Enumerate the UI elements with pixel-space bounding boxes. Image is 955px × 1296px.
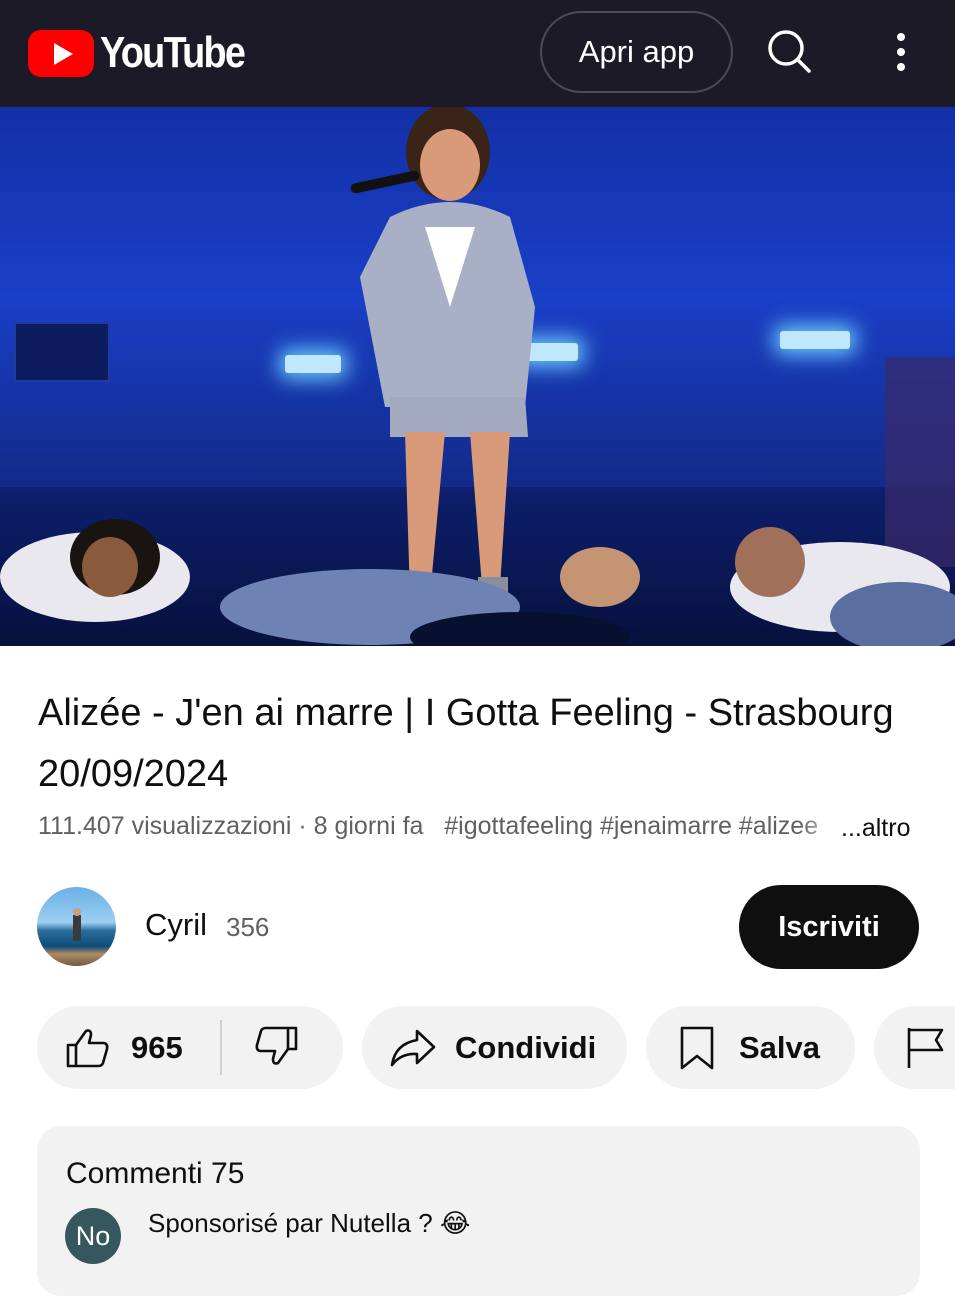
search-icon[interactable] — [766, 28, 812, 74]
stage-speaker — [14, 322, 110, 382]
dancers — [0, 519, 955, 646]
subscriber-count: 356 — [226, 912, 270, 942]
share-label: Condividi — [455, 1030, 597, 1065]
save-button[interactable]: Salva — [646, 1006, 855, 1089]
report-button[interactable] — [874, 1006, 955, 1089]
like-button[interactable]: 965 — [37, 1006, 222, 1089]
channel-avatar[interactable] — [37, 887, 116, 966]
share-button[interactable]: Condividi — [362, 1006, 627, 1089]
like-dislike-group: 965 — [37, 1006, 343, 1089]
comment-author-avatar: No — [65, 1208, 121, 1264]
stage-light — [285, 355, 341, 373]
save-label: Salva — [739, 1030, 821, 1065]
more-vert-icon[interactable] — [888, 30, 914, 74]
avatar-image — [73, 908, 81, 941]
more-description-link[interactable]: ...altro — [841, 814, 910, 843]
flag-icon — [907, 1028, 944, 1068]
top-comment-text: Sponsorisé par Nutella ? 😂 — [148, 1208, 471, 1238]
comments-header: Commenti 75 — [66, 1157, 245, 1190]
channel-name[interactable]: Cyril — [145, 907, 207, 943]
view-count: 111.407 visualizzazioni — [38, 812, 292, 840]
share-icon — [390, 1029, 436, 1067]
meta-separator: · — [291, 812, 314, 840]
thumbs-up-icon — [66, 1029, 109, 1068]
dislike-button[interactable] — [222, 1006, 343, 1089]
hashtags[interactable]: #igottafeeling #jenaimarre #alizee — [444, 812, 818, 840]
video-meta[interactable]: 111.407 visualizzazioni · 8 giorni fa #i… — [38, 812, 918, 846]
comments-panel[interactable]: Commenti 75 No Sponsorisé par Nutella ? … — [37, 1126, 920, 1296]
bookmark-icon — [680, 1026, 714, 1070]
stage-light — [780, 331, 850, 349]
subscribe-button[interactable]: Iscriviti — [739, 885, 919, 969]
video-player[interactable] — [0, 107, 955, 646]
youtube-logo[interactable]: YouTube — [28, 28, 268, 78]
upload-age: 8 giorni fa — [313, 812, 424, 840]
top-bar: YouTube Apri app — [0, 0, 955, 107]
like-count: 965 — [131, 1030, 183, 1065]
youtube-logo-icon — [28, 29, 94, 77]
video-title: Alizée - J'en ai marre | I Gotta Feeling… — [38, 692, 894, 795]
thumbs-down-icon — [255, 1026, 298, 1065]
logo-text: YouTube — [100, 28, 246, 77]
open-app-button[interactable]: Apri app — [540, 11, 733, 93]
